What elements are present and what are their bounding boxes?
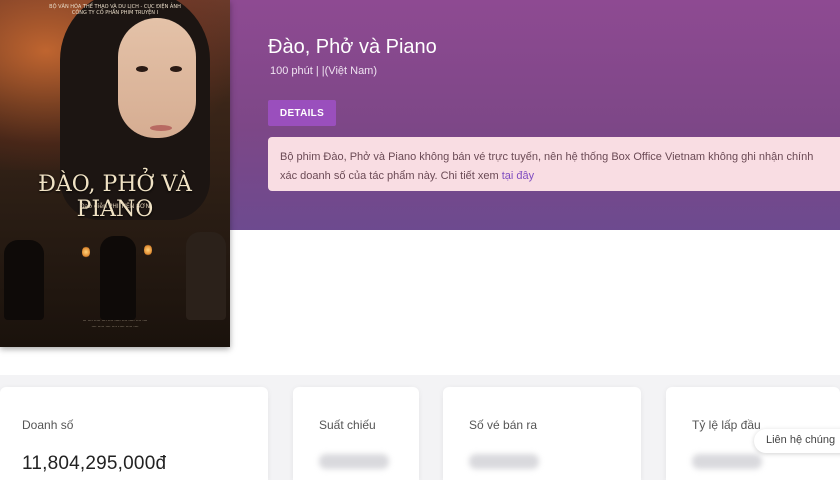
stat-label: Suất chiếu	[319, 418, 376, 432]
poster-silhouette	[186, 232, 226, 320]
movie-meta: 100 phút | |(Việt Nam)	[270, 65, 378, 77]
stat-value: 11,804,295,000đ	[22, 453, 167, 474]
movie-title: Đào, Phở và Piano	[268, 36, 437, 58]
notice-box: Bộ phim Đào, Phở và Piano không bán vé t…	[268, 137, 840, 191]
poster-director: Đạo diễn PHI TIẾN SƠN	[80, 203, 150, 210]
poster-silhouette	[4, 240, 44, 320]
poster-silhouette	[100, 236, 136, 320]
poster-candle	[82, 246, 90, 258]
stat-value-blurred	[692, 454, 762, 469]
poster-title: ĐÀO, PHỞ VÀ PIANO	[38, 172, 192, 222]
poster-credits: ··· ···· ····· ···· ···· ····· ···· ····…	[82, 318, 148, 329]
poster-candle	[144, 244, 152, 256]
stat-label: Doanh số	[22, 418, 74, 432]
stat-card-showtimes: Suất chiếu	[293, 387, 419, 480]
stat-label: Tỷ lệ lấp đầu	[692, 418, 761, 432]
stat-value-blurred	[469, 454, 539, 469]
stat-label: Số vé bán ra	[469, 418, 538, 432]
poster-top-text: BỘ VĂN HÓA THỂ THAO VÀ DU LỊCH - CỤC ĐIỆ…	[49, 4, 181, 16]
movie-poster: BỘ VĂN HÓA THỂ THAO VÀ DU LỊCH - CỤC ĐIỆ…	[0, 0, 230, 347]
stat-card-tickets: Số vé bán ra	[443, 387, 641, 480]
notice-detail-link[interactable]: tại đây	[502, 170, 534, 182]
details-button[interactable]: DETAILS	[268, 100, 336, 126]
poster-eye-left	[136, 66, 148, 72]
contact-button[interactable]: Liên hệ chúng	[754, 429, 840, 453]
poster-mouth	[150, 125, 172, 131]
poster-face	[118, 18, 196, 138]
stat-card-revenue: Doanh số 11,804,295,000đ	[0, 387, 268, 480]
poster-eye-right	[170, 66, 182, 72]
notice-text: Bộ phim Đào, Phở và Piano không bán vé t…	[280, 151, 814, 182]
stat-value-blurred	[319, 454, 389, 469]
